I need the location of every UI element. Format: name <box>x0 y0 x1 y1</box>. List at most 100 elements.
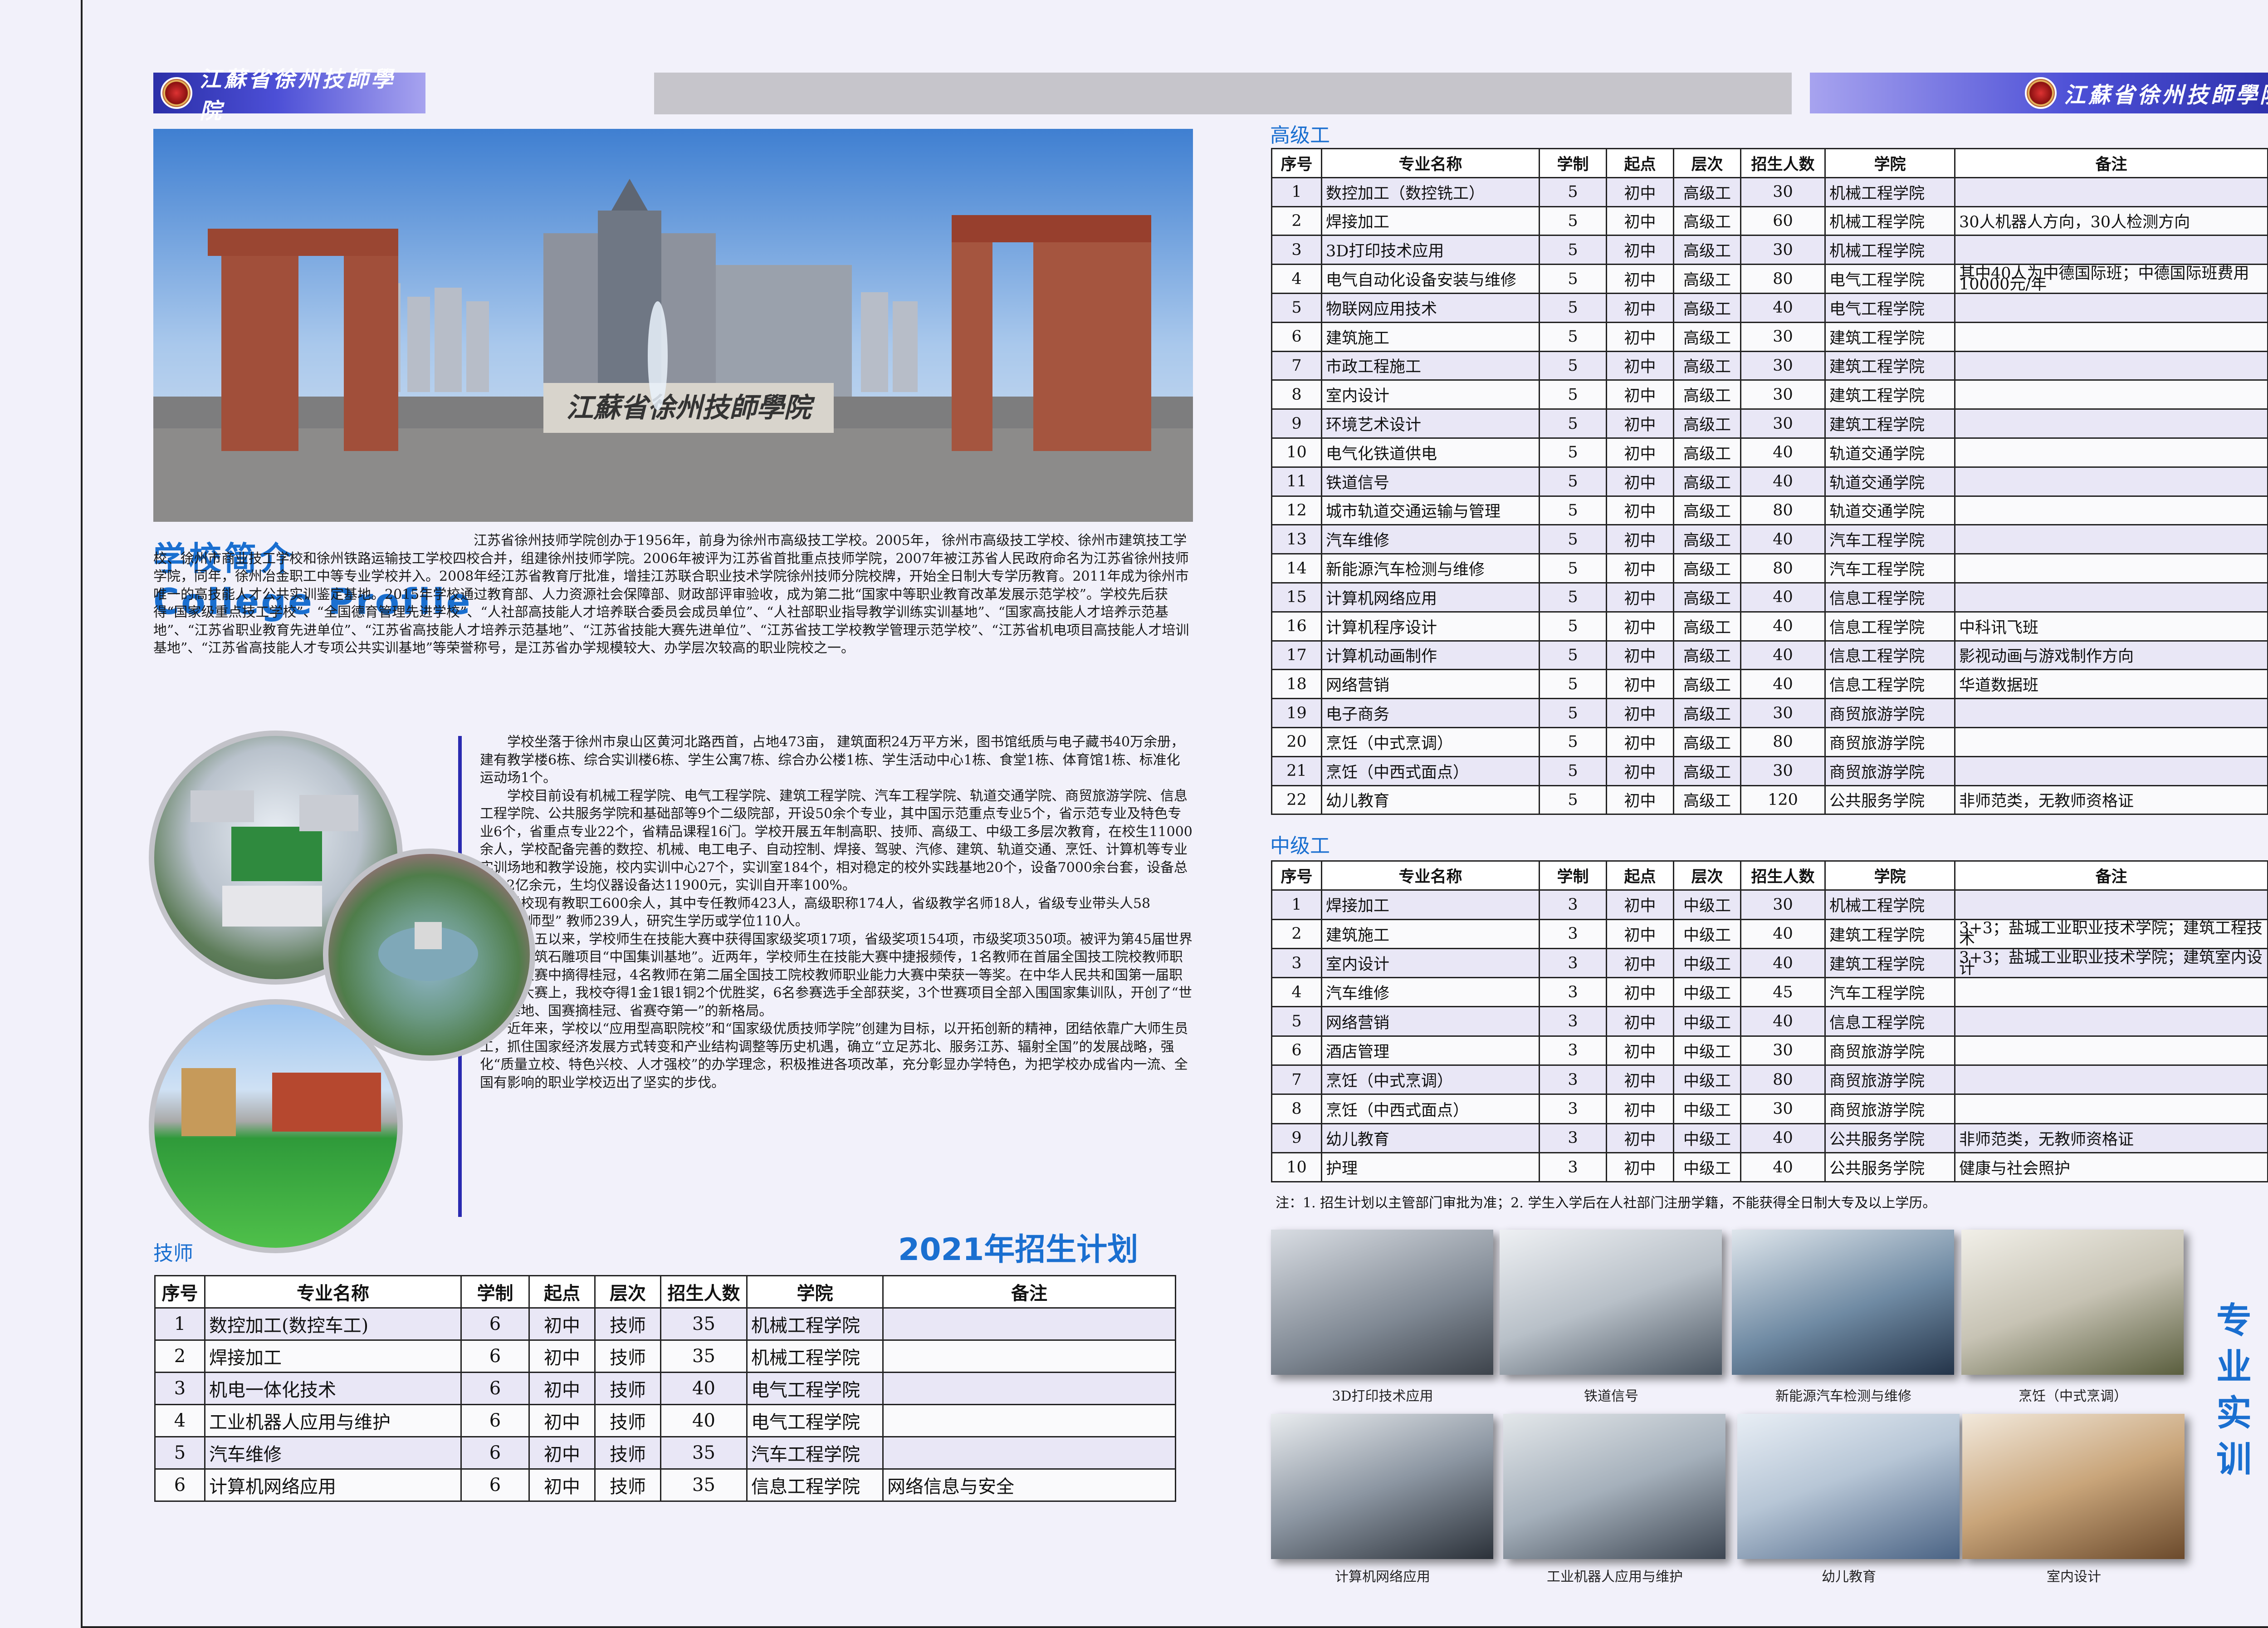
table-cell: 商贸旅游学院 <box>1824 1094 1955 1124</box>
table-cell: 5 <box>1539 755 1607 786</box>
table-cell: 6 <box>460 1372 530 1405</box>
table-cell: 电气化铁道供电 <box>1321 437 1540 468</box>
table-cell: 30人机器人方向，30人检测方向 <box>1954 206 2268 236</box>
table-cell: 5 <box>1539 524 1607 555</box>
table-cell: 信息工程学院 <box>1824 582 1955 613</box>
table-cell: 中级工 <box>1673 889 1741 920</box>
table-cell: 45 <box>1740 977 1826 1008</box>
profile-paragraph-2: 学校坐落于徐州市泉山区黄河北路西首，占地473亩， 建筑面积24万平方米，图书馆… <box>480 734 1185 786</box>
table-cell: 30 <box>1740 379 1826 410</box>
profile-paragraph-5: 十三五以来，学校师生在技能大赛中获得国家级奖项17项，省级奖项154项，市级奖项… <box>480 931 1193 1019</box>
table-cell: 3 <box>1539 1094 1607 1124</box>
table-cell: 11 <box>1271 466 1322 497</box>
table-cell: 高级工 <box>1673 235 1741 265</box>
table-cell: 80 <box>1740 553 1826 584</box>
table-cell: 市政工程施工 <box>1321 350 1540 381</box>
table-cell <box>882 1307 1176 1341</box>
table-cell: 1 <box>1271 177 1322 207</box>
table-cell: 35 <box>660 1307 748 1341</box>
table-cell: 1 <box>1271 889 1322 920</box>
table-cell: 初中 <box>1606 321 1674 352</box>
table-cell: 5 <box>1539 582 1607 613</box>
training-photo-industrial-robot <box>1503 1414 1725 1559</box>
table-row: 8 烹饪（中西式面点） 3 初中 中级工 30 商贸旅游学院 <box>1271 1094 2268 1124</box>
table-cell: 9 <box>1271 1123 1322 1153</box>
table-cell: 高级工 <box>1673 755 1741 786</box>
table-cell: 高级工 <box>1673 177 1741 207</box>
table-cell: 3 <box>1539 889 1607 920</box>
table-cell: 华道数据班 <box>1954 669 2268 700</box>
table-cell: 初中 <box>1606 1035 1674 1066</box>
table-cell: 技师 <box>594 1468 661 1502</box>
table-cell: 数控加工(数控车工) <box>204 1307 462 1341</box>
table-cell: 信息工程学院 <box>1824 640 1955 671</box>
table-cell: 高级工 <box>1673 206 1741 236</box>
header-banner-right: 江蘇省徐州技師學院 <box>1810 73 2268 113</box>
table-cell: 商贸旅游学院 <box>1824 698 1955 728</box>
table-cell: 5 <box>1539 292 1607 323</box>
table-cell: 信息工程学院 <box>1824 611 1955 642</box>
table-cell: 1 <box>154 1307 205 1341</box>
table-cell: 公共服务学院 <box>1824 1152 1955 1183</box>
table-cell: 计算机网络应用 <box>204 1468 462 1502</box>
table-cell: 14 <box>1271 553 1322 584</box>
table-cell: 3D打印技术应用 <box>1321 235 1540 265</box>
table-cell: 建筑工程学院 <box>1824 408 1955 439</box>
table-cell: 初中 <box>528 1468 596 1502</box>
table-cell: 6 <box>460 1307 530 1341</box>
table-cell: 初中 <box>1606 292 1674 323</box>
table-cell: 3 <box>1539 977 1607 1008</box>
table-cell: 烹饪（中西式面点） <box>1321 755 1540 786</box>
table-cell: 初中 <box>528 1404 596 1437</box>
table-cell: 初中 <box>1606 553 1674 584</box>
table-cell: 2 <box>1271 206 1322 236</box>
column-header: 起点 <box>1606 148 1674 178</box>
table-cell: 初中 <box>1606 640 1674 671</box>
table-cell: 80 <box>1740 1064 1826 1095</box>
table-cell: 40 <box>660 1372 748 1405</box>
table-cell: 初中 <box>1606 698 1674 728</box>
table-cell: 30 <box>1740 698 1826 728</box>
table-cell: 技师 <box>594 1436 661 1470</box>
table-cell: 高级工 <box>1673 466 1741 497</box>
table-cell: 中级工 <box>1673 1006 1741 1037</box>
table-cell: 20 <box>1271 726 1322 757</box>
table-cell: 10 <box>1271 1152 1322 1183</box>
table-cell: 幼儿教育 <box>1321 1123 1540 1153</box>
table-cell: 室内设计 <box>1321 379 1540 410</box>
table-cell <box>1954 524 2268 555</box>
table-cell: 高级工 <box>1673 292 1741 323</box>
table-cell: 5 <box>1539 408 1607 439</box>
table-cell: 初中 <box>528 1339 596 1373</box>
column-header: 学院 <box>1824 148 1955 178</box>
table-cell: 初中 <box>528 1436 596 1470</box>
table-cell: 高级工 <box>1673 785 1741 815</box>
table-cell: 网络信息与安全 <box>882 1468 1176 1502</box>
table-cell: 高级工 <box>1673 611 1741 642</box>
training-photo-computer-network <box>1271 1414 1493 1559</box>
table-cell: 机械工程学院 <box>746 1339 884 1373</box>
table-cell: 信息工程学院 <box>1824 669 1955 700</box>
table-cell: 5 <box>1539 640 1607 671</box>
table-cell <box>1954 379 2268 410</box>
table-cell: 商贸旅游学院 <box>1824 755 1955 786</box>
table-cell: 初中 <box>1606 1152 1674 1183</box>
school-emblem-icon <box>2024 77 2057 109</box>
column-header: 起点 <box>528 1275 596 1309</box>
table-cell: 初中 <box>1606 785 1674 815</box>
enrollment-plan-title: 2021年招生计划 <box>898 1232 1139 1268</box>
table-cell: 初中 <box>1606 947 1674 979</box>
table-cell: 汽车工程学院 <box>1824 553 1955 584</box>
table-cell: 40 <box>1740 947 1826 979</box>
table-row: 18 网络营销 5 初中 高级工 40 信息工程学院 华道数据班 <box>1271 669 2268 700</box>
table-cell: 7 <box>1271 350 1322 381</box>
table-cell: 高级工 <box>1673 669 1741 700</box>
table-cell: 初中 <box>1606 755 1674 786</box>
table-cell: 3 <box>1539 947 1607 979</box>
column-header: 学院 <box>746 1275 884 1309</box>
table-cell: 40 <box>1740 640 1826 671</box>
column-header: 备注 <box>1954 148 2268 178</box>
table-cell: 30 <box>1740 1035 1826 1066</box>
table-row: 1 数控加工（数控铣工） 5 初中 高级工 30 机械工程学院 <box>1271 177 2268 207</box>
table-cell: 新能源汽车检测与维修 <box>1321 553 1540 584</box>
